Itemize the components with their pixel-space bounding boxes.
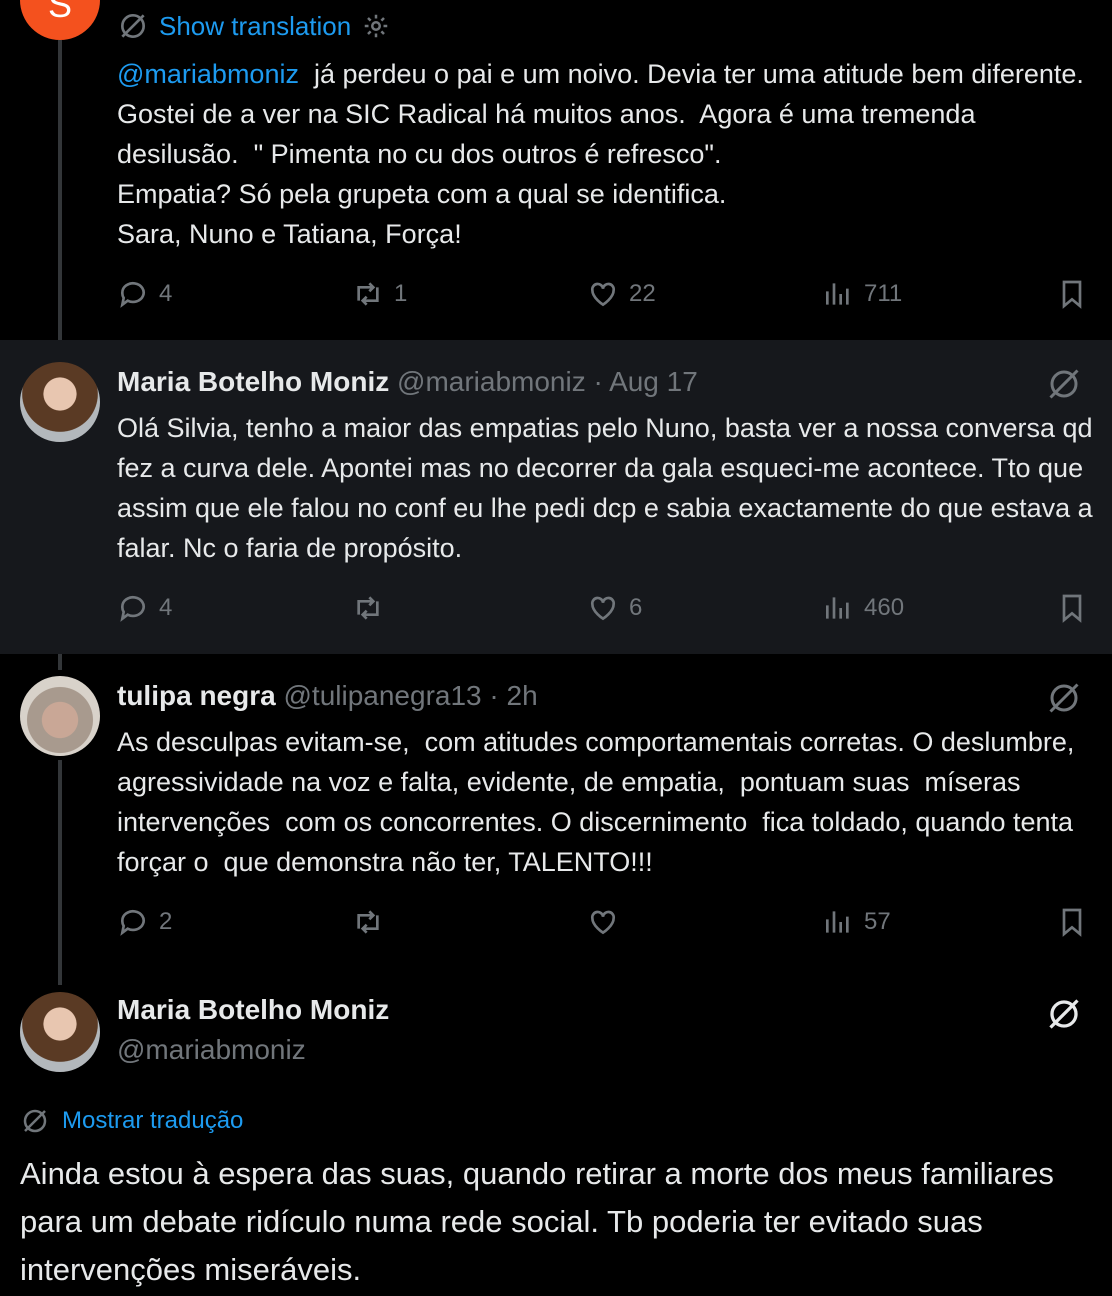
grok-icon[interactable] (1046, 366, 1082, 402)
like-icon (590, 596, 616, 621)
tweet-text: Ainda estou à espera das suas, quando re… (20, 1156, 1054, 1287)
repost-icon (357, 596, 379, 620)
tweet-2[interactable]: Maria Botelho Moniz @mariabmoniz · Aug 1… (0, 340, 1112, 654)
repost-count: 1 (394, 280, 408, 307)
handle[interactable]: @tulipanegra13 (283, 680, 481, 711)
avatar[interactable] (20, 992, 100, 1072)
like-button[interactable] (587, 906, 629, 938)
reply-button[interactable]: 4 (117, 592, 172, 624)
views-button[interactable]: 460 (822, 592, 904, 624)
action-bar: 4 1 22 711 (0, 278, 1112, 318)
tweet-header: tulipa negra @tulipanegra13 · 2h (117, 680, 538, 712)
grok-icon[interactable] (1046, 996, 1082, 1032)
tweet-1[interactable]: S Show translation @mariabmoniz já perde… (0, 0, 1112, 340)
avatar[interactable]: S (20, 0, 100, 40)
tweet-text: @mariabmoniz já perdeu o pai e um noivo.… (117, 54, 1087, 254)
handle[interactable]: @mariabmoniz (397, 366, 586, 397)
translate-row[interactable]: Mostrar tradução (20, 1106, 243, 1136)
tweet-text: Olá Silvia, tenho a maior das empatias p… (117, 413, 1101, 563)
settings-icon[interactable] (361, 11, 391, 41)
bookmark-button[interactable] (1056, 592, 1088, 624)
views-count: 57 (864, 908, 891, 935)
reply-count: 2 (159, 908, 173, 935)
action-bar: 2 57 (0, 906, 1112, 946)
repost-button[interactable] (352, 906, 394, 938)
repost-icon (357, 910, 379, 934)
like-button[interactable]: 6 (587, 592, 642, 624)
like-count: 6 (629, 594, 643, 621)
translate-icon (23, 1109, 47, 1133)
tweet-header: Maria Botelho Moniz @mariabmoniz · Aug 1… (117, 366, 698, 398)
separator: · (481, 680, 507, 711)
timestamp[interactable]: 2h (507, 680, 538, 711)
mention-link[interactable]: @mariabmoniz (117, 59, 299, 89)
bookmark-icon (1062, 594, 1082, 623)
avatar-letter: S (47, 0, 72, 25)
display-name[interactable]: Maria Botelho Moniz (117, 994, 389, 1026)
views-button[interactable]: 57 (822, 906, 891, 938)
views-icon (826, 283, 849, 305)
reply-icon (120, 909, 145, 936)
translate-icon (121, 14, 145, 38)
avatar[interactable] (20, 362, 100, 442)
display-name[interactable]: Maria Botelho Moniz (117, 366, 389, 397)
bookmark-icon (1062, 280, 1082, 309)
repost-icon (357, 282, 379, 306)
display-name[interactable]: tulipa negra (117, 680, 276, 711)
repost-button[interactable] (352, 592, 394, 624)
action-bar: 4 6 460 (0, 592, 1112, 632)
reply-icon (120, 281, 145, 308)
bookmark-icon (1062, 908, 1082, 937)
timestamp[interactable]: Aug 17 (609, 366, 698, 397)
bookmark-button[interactable] (1056, 906, 1088, 938)
like-icon (590, 910, 616, 935)
reply-count: 4 (159, 280, 173, 307)
tweet-text: As desculpas evitam-se, com atitudes com… (117, 727, 1089, 877)
repost-button[interactable]: 1 (352, 278, 407, 310)
like-count: 22 (629, 280, 656, 307)
reply-icon (120, 595, 145, 622)
reply-count: 4 (159, 594, 173, 621)
views-icon (826, 597, 849, 619)
views-count: 460 (864, 594, 905, 621)
reply-button[interactable]: 4 (117, 278, 172, 310)
show-translation-row[interactable]: Show translation (117, 10, 391, 42)
tweet-4-main[interactable]: Maria Botelho Moniz @mariabmoniz Mostrar… (0, 974, 1112, 1296)
grok-icon[interactable] (1046, 680, 1082, 716)
avatar[interactable] (20, 676, 100, 756)
like-button[interactable]: 22 (587, 278, 656, 310)
views-button[interactable]: 711 (822, 278, 902, 310)
show-translation-link[interactable]: Show translation (159, 11, 351, 42)
handle[interactable]: @mariabmoniz (117, 1034, 306, 1066)
views-count: 711 (864, 280, 903, 307)
like-icon (590, 282, 616, 307)
bookmark-button[interactable] (1056, 278, 1088, 310)
translate-link[interactable]: Mostrar tradução (62, 1107, 243, 1135)
views-icon (826, 911, 849, 933)
tweet-3[interactable]: tulipa negra @tulipanegra13 · 2h As desc… (0, 654, 1112, 974)
reply-button[interactable]: 2 (117, 906, 172, 938)
separator: · (585, 366, 610, 397)
